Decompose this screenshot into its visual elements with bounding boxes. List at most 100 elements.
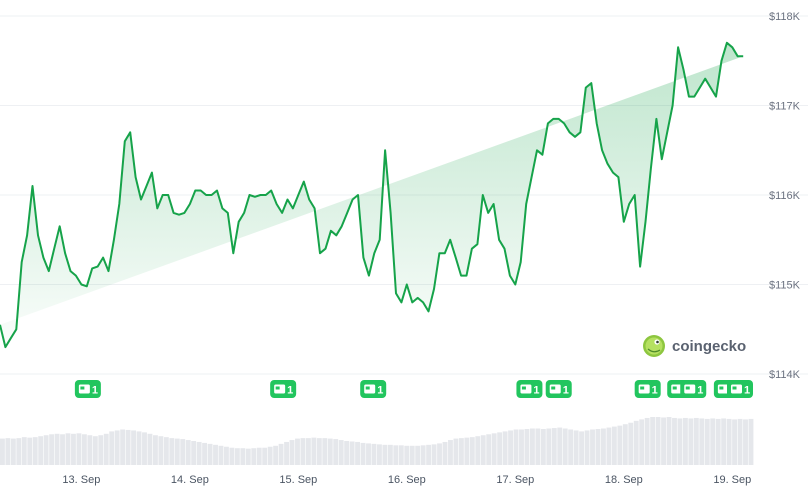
volume-bar xyxy=(213,444,218,465)
volume-bar xyxy=(409,445,415,465)
volume-bar xyxy=(573,430,579,465)
volume-bar xyxy=(295,438,300,465)
volume-bar xyxy=(147,433,153,465)
volume-bar xyxy=(32,437,38,465)
volume-bar xyxy=(562,428,568,465)
volume-bar xyxy=(650,417,656,465)
volume-bar xyxy=(60,434,65,465)
event-count: 1 xyxy=(287,385,293,397)
volume-bar xyxy=(732,419,738,465)
volume-bar xyxy=(579,431,585,465)
volume-bar xyxy=(502,431,508,465)
news-icon-detail xyxy=(521,386,526,390)
x-tick-label: 16. Sep xyxy=(388,474,426,486)
volume-bar xyxy=(256,447,262,465)
volume-bar xyxy=(415,445,421,465)
volume-bar xyxy=(54,433,60,465)
volume-bar xyxy=(426,444,432,465)
news-icon-detail xyxy=(732,386,737,390)
news-icon-detail xyxy=(685,386,690,390)
event-count: 1 xyxy=(697,385,703,397)
volume-bar xyxy=(442,441,448,465)
volume-bar xyxy=(224,446,229,465)
news-icon-detail xyxy=(719,386,724,390)
volume-bar xyxy=(152,435,158,465)
volume-bar xyxy=(404,445,410,465)
volume-bar xyxy=(743,419,748,465)
volume-bar xyxy=(207,443,213,465)
volume-bar xyxy=(245,448,251,465)
volume-bar xyxy=(251,448,257,465)
volume-bar xyxy=(497,432,503,465)
volume-bar xyxy=(431,444,437,465)
volume-bar xyxy=(163,437,169,465)
volume-bar xyxy=(633,420,639,465)
event-badge[interactable]: 1 xyxy=(545,380,572,398)
volume-bar xyxy=(305,438,311,465)
volume-bar xyxy=(273,445,279,465)
event-badge[interactable]: 1 xyxy=(74,380,101,398)
volume-bar xyxy=(546,428,552,465)
volume-bar xyxy=(721,418,727,465)
volume-bar xyxy=(16,438,22,465)
volume-bar xyxy=(38,436,44,465)
volume-bar xyxy=(491,433,497,465)
volume-bar xyxy=(524,429,530,465)
volume-bar xyxy=(453,438,459,465)
event-badge[interactable]: 1 xyxy=(516,380,543,398)
volume-bar xyxy=(131,430,136,465)
event-count: 1 xyxy=(563,385,569,397)
volume-bar xyxy=(191,441,197,465)
volume-bar xyxy=(715,418,721,465)
volume-bar xyxy=(584,430,590,465)
volume-bar xyxy=(704,418,710,465)
volume-bar xyxy=(322,438,328,465)
x-tick-label: 19. Sep xyxy=(713,474,751,486)
volume-bar xyxy=(371,443,377,465)
volume-bar xyxy=(398,445,404,465)
volume-bar xyxy=(748,418,754,465)
volume-bar xyxy=(595,429,601,465)
volume-bar xyxy=(87,435,93,465)
volume-bar xyxy=(333,439,339,465)
volume-bar xyxy=(611,426,617,465)
y-axis: $118K $117K $116K $115K $114K xyxy=(769,11,801,381)
volume-bar xyxy=(682,417,688,465)
volume-bar xyxy=(360,442,366,465)
volume-bar xyxy=(0,438,5,465)
event-badge[interactable]: 1 xyxy=(360,380,387,398)
y-tick-label: $114K xyxy=(769,369,801,381)
volume-bar xyxy=(639,419,645,465)
volume-bar xyxy=(355,441,361,465)
volume-bar xyxy=(114,430,120,465)
news-icon-detail xyxy=(672,386,677,390)
volume-bar xyxy=(327,438,333,465)
volume-bar xyxy=(316,438,322,465)
volume-bar xyxy=(278,443,284,465)
volume-bar xyxy=(27,437,33,465)
volume-bars xyxy=(0,417,754,465)
volume-bar xyxy=(92,436,98,465)
event-badge[interactable]: 1 xyxy=(680,380,707,398)
volume-bar xyxy=(382,444,388,465)
volume-bar xyxy=(448,440,453,465)
event-count: 1 xyxy=(652,385,658,397)
event-badge[interactable]: 1 xyxy=(270,380,297,398)
event-markers[interactable]: 1111111111 xyxy=(74,380,753,398)
volume-bar xyxy=(125,429,131,465)
y-tick-label: $117K xyxy=(769,101,801,113)
volume-bar xyxy=(469,437,475,465)
event-count: 1 xyxy=(744,385,750,397)
x-tick-label: 14. Sep xyxy=(171,474,209,486)
volume-bar xyxy=(142,432,147,465)
volume-bar xyxy=(617,425,623,465)
volume-bar xyxy=(289,440,295,465)
volume-bar xyxy=(169,438,175,465)
event-badge[interactable]: 1 xyxy=(727,380,753,398)
event-badge[interactable]: 1 xyxy=(634,380,661,398)
volume-bar xyxy=(98,435,104,465)
volume-bar xyxy=(387,444,393,465)
x-tick-label: 18. Sep xyxy=(605,474,643,486)
news-icon-detail xyxy=(275,386,280,390)
watermark: coingecko xyxy=(643,335,746,357)
